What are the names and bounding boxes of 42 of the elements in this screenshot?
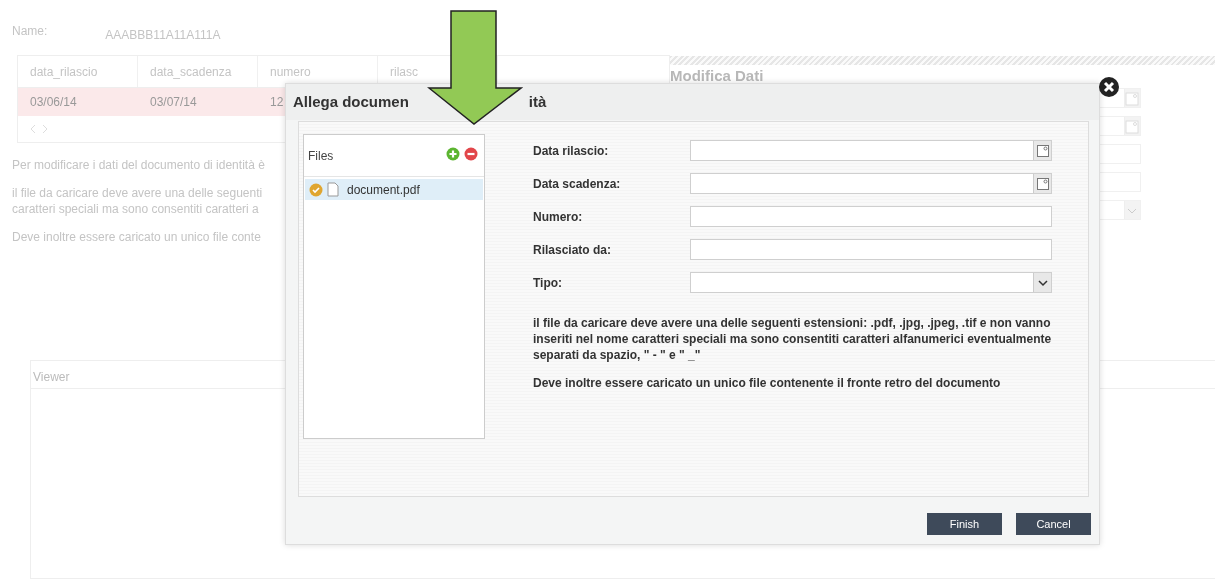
instruction-text: il file da caricare deve avere una delle seguenti estensioni: .pdf, .jpg, .jpeg, .tif e non vanno inseriti nel nome caratteri speciali ma sono consentiti caratteri alfanumerici eventualmente separati da spazio, " - " e " _" — [533, 315, 1053, 363]
field-label: Rilasciato da: — [533, 241, 613, 259]
calendar-icon — [1036, 177, 1049, 190]
check-icon — [309, 182, 323, 197]
dialog-title: ità — [528, 91, 547, 112]
close-button[interactable] — [1098, 76, 1120, 98]
column-header: data_scadenza — [138, 56, 258, 87]
calendar-icon — [1125, 91, 1139, 106]
input-field[interactable] — [690, 239, 1052, 260]
input-field[interactable] — [690, 206, 1052, 227]
file-icon — [327, 182, 339, 197]
down-arrow-icon — [427, 10, 523, 126]
remove-icon — [464, 147, 478, 161]
field-label: Tipo: — [533, 274, 564, 292]
table-cell-text: 12 — [270, 94, 284, 111]
calendar-icon — [1125, 119, 1139, 134]
column-header: data_rilascio — [18, 56, 138, 87]
table-cell-text: 03/06/14 — [30, 94, 77, 111]
table-cell-text: 03/07/14 — [150, 94, 197, 111]
note-text: Deve inoltre essere caricato un unico file conte — [12, 229, 261, 245]
add-icon — [446, 147, 460, 161]
calendar-icon — [1036, 144, 1049, 157]
dialog-button[interactable]: Finish — [927, 513, 1002, 535]
file-item[interactable]: document.pdf — [305, 179, 483, 200]
dialog-title: Allega documen — [293, 91, 409, 112]
input-field[interactable] — [690, 140, 1052, 161]
panel-title: Modifica Dati — [670, 68, 765, 83]
dialog-button[interactable]: Cancel — [1016, 513, 1091, 535]
name-label: Name: — [12, 23, 48, 40]
next-page-icon — [42, 124, 48, 134]
add-button[interactable] — [446, 147, 460, 161]
field-label: Data scadenza: — [533, 175, 622, 193]
input-field[interactable] — [690, 272, 1052, 293]
field-label: Data rilascio: — [533, 142, 610, 160]
prev-page-icon — [30, 124, 36, 134]
caret-icon — [1037, 278, 1048, 287]
field-label: Numero: — [533, 208, 584, 226]
input-field[interactable] — [690, 173, 1052, 194]
instruction-text: Deve inoltre essere caricato un unico file contenente il fronte retro del documento — [533, 375, 1002, 391]
panel-title: Files — [308, 148, 334, 165]
remove-button[interactable] — [464, 147, 478, 161]
name-value: AAABBB11A11A111A — [105, 27, 221, 44]
